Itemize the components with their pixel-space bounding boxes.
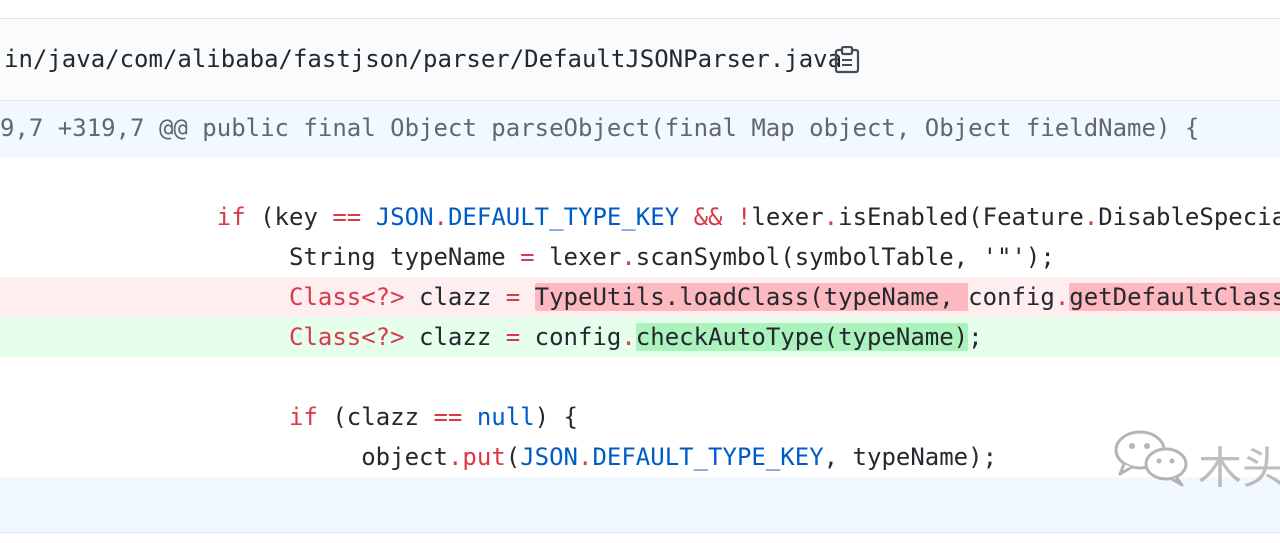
operator-dot: .	[1083, 203, 1099, 231]
code-text: , typeName);	[823, 443, 998, 471]
operator-assign: =	[505, 323, 521, 351]
code-line-deleted: Class<?> clazz = TypeUtils.loadClass(typ…	[0, 277, 1280, 317]
watermark-text: 木头	[1198, 443, 1280, 494]
hunk-header-text: 9,7 +319,7 @@ public final Object parseO…	[0, 114, 1200, 142]
code-line-added: Class<?> clazz = config.checkAutoType(ty…	[0, 317, 1280, 357]
wechat-icon	[1114, 430, 1188, 487]
code-line-if-key: if (key == JSON.DEFAULT_TYPE_KEY && !lex…	[0, 197, 1280, 237]
constant-json: JSON	[520, 443, 578, 471]
added-highlight: checkAutoType(typeName)	[635, 323, 969, 351]
operator-dot: .	[1054, 283, 1070, 311]
code-text: isEnabled(Feature	[838, 203, 1084, 231]
code-text: (key	[245, 203, 333, 231]
diff-expander[interactable]	[0, 477, 1280, 533]
keyword-null: null	[476, 403, 535, 431]
code-text: String typeName	[288, 243, 521, 271]
operator-dot: .	[823, 203, 839, 231]
file-header: in/java/com/alibaba/fastjson/parser/Defa…	[0, 18, 1280, 101]
code-text: (	[505, 443, 521, 471]
type-class: Class<?>	[288, 323, 405, 351]
deleted-highlight: TypeUtils.loadClass(typeName,	[534, 283, 969, 311]
clipboard-icon[interactable]	[834, 46, 860, 74]
operator-dot: .	[447, 443, 463, 471]
deleted-highlight: getDefaultClassLoader());	[1069, 283, 1280, 311]
method-put: put	[462, 443, 506, 471]
code-text: lexer	[751, 203, 824, 231]
bottom-margin	[0, 533, 1280, 543]
code-text: ) {	[534, 403, 578, 431]
operator-dot: .	[621, 323, 636, 351]
code-text: config	[520, 323, 622, 351]
file-path[interactable]: in/java/com/alibaba/fastjson/parser/Defa…	[4, 45, 842, 73]
code-line-put: object.put(JSON.DEFAULT_TYPE_KEY, typeNa…	[0, 437, 1280, 477]
code-text: (clazz	[317, 403, 434, 431]
keyword-if: if	[216, 203, 246, 231]
operator-equals: ==	[433, 403, 463, 431]
code-text: lexer	[534, 243, 622, 271]
code-line-if-null: if (clazz == null) {	[0, 397, 1280, 437]
code-text: DisableSpecialKeyDetect	[1098, 203, 1280, 231]
operator-assign: =	[520, 243, 535, 271]
watermark: 木头	[1110, 424, 1280, 494]
constant-default-type-key: DEFAULT_TYPE_KEY	[592, 443, 824, 471]
code-text: clazz	[404, 283, 506, 311]
code-text: scanSymbol(symbolTable, '"');	[635, 243, 1055, 271]
code-line-typename: String typeName = lexer.scanSymbol(symbo…	[0, 237, 1280, 277]
top-margin	[0, 0, 1280, 18]
type-class: Class<?>	[288, 283, 405, 311]
constant-json: JSON	[375, 203, 434, 231]
keyword-if: if	[288, 403, 318, 431]
operator-dot: .	[433, 203, 448, 231]
operator-not: !	[736, 203, 752, 231]
operator-equals: ==	[332, 203, 362, 231]
code-text: object	[361, 443, 448, 471]
code-text: ;	[968, 323, 983, 351]
operator-assign: =	[505, 283, 521, 311]
diff-code-area: if (key == JSON.DEFAULT_TYPE_KEY && !lex…	[0, 157, 1280, 477]
operator-dot: .	[578, 443, 593, 471]
hunk-header: 9,7 +319,7 @@ public final Object parseO…	[0, 101, 1280, 157]
code-text: clazz	[404, 323, 506, 351]
constant-default-type-key: DEFAULT_TYPE_KEY	[447, 203, 680, 231]
code-text: config	[968, 283, 1055, 311]
operator-and: &&	[693, 203, 723, 231]
operator-dot: .	[621, 243, 636, 271]
